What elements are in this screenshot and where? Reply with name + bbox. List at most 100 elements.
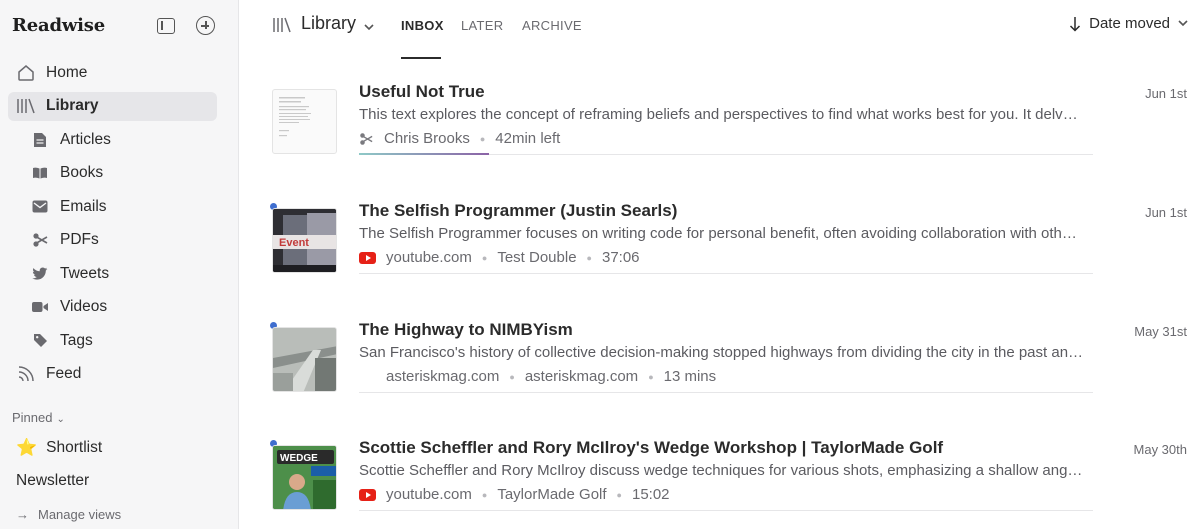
- document-row[interactable]: Useful Not True Jun 1st This text explor…: [272, 82, 1187, 186]
- document-summary: The Selfish Programmer focuses on writin…: [359, 225, 1085, 242]
- separator-dot: ●: [586, 252, 592, 263]
- document-thumbnail: [272, 327, 337, 392]
- add-icon[interactable]: [196, 16, 215, 35]
- pinned-item-label: Shortlist: [46, 439, 103, 456]
- row-divider: [359, 273, 1093, 274]
- document-date: Jun 1st: [1145, 86, 1187, 101]
- sidebar-nav: Home Library Articles Books Emails PDFs …: [8, 58, 217, 393]
- document-title[interactable]: Useful Not True: [359, 82, 485, 102]
- sidebar-item-pdfs[interactable]: PDFs: [8, 226, 217, 255]
- chevron-down-icon: ⌄: [56, 414, 65, 425]
- sidebar-item-emails[interactable]: Emails: [8, 192, 217, 221]
- document-date: May 31st: [1134, 324, 1187, 339]
- document-row[interactable]: The Highway to NIMBYism May 31st San Fra…: [270, 320, 1187, 424]
- sidebar-item-home[interactable]: Home: [8, 58, 217, 87]
- document-summary: This text explores the concept of refram…: [359, 106, 1085, 123]
- sidebar-item-feed[interactable]: Feed: [8, 360, 217, 389]
- document-source: asteriskmag.com: [386, 368, 500, 385]
- document-row[interactable]: WEDGE Scottie Scheffler and Rory McIlroy…: [270, 438, 1187, 529]
- arrow-down-icon: [1070, 16, 1081, 32]
- sort-label: Date moved: [1089, 15, 1170, 32]
- sidebar-item-library[interactable]: Library: [8, 91, 217, 121]
- sidebar-item-label: Books: [60, 164, 104, 181]
- chevron-down-icon: [1178, 20, 1188, 27]
- svg-text:Event: Event: [279, 237, 309, 249]
- document-source: youtube.com: [386, 486, 472, 503]
- document-meta: youtube.com ● Test Double ● 37:06: [359, 249, 640, 266]
- article-icon: [32, 132, 48, 148]
- chevron-down-icon[interactable]: [364, 18, 374, 36]
- sidebar-item-label: Tweets: [60, 264, 110, 282]
- library-icon: [272, 15, 292, 40]
- star-icon: ⭐: [16, 438, 38, 457]
- pinned-item-newsletter[interactable]: Newsletter: [16, 472, 89, 490]
- sort-selector[interactable]: Date moved: [1069, 15, 1188, 32]
- home-icon: [16, 63, 36, 83]
- document-author: Test Double: [497, 249, 577, 266]
- document-thumbnail: Event: [272, 208, 337, 273]
- sidebar-item-label: Library: [46, 97, 99, 114]
- document-meta: youtube.com ● TaylorMade Golf ● 15:02: [359, 486, 670, 503]
- tab-inbox[interactable]: INBOX: [401, 18, 444, 33]
- sidebar-item-label: Feed: [46, 365, 82, 382]
- separator-dot: ●: [479, 133, 486, 144]
- document-author: asteriskmag.com: [524, 368, 639, 385]
- document-read-time: 13 mins: [663, 368, 717, 385]
- document-date: May 30th: [1133, 442, 1187, 457]
- svg-text:WEDGE: WEDGE: [280, 453, 318, 464]
- pinned-item-label: Newsletter: [16, 472, 90, 489]
- reading-progress-bar: [359, 153, 489, 155]
- sidebar-item-label: Tags: [60, 331, 93, 349]
- feed-icon: [16, 364, 36, 384]
- arrow-right-icon: →: [16, 507, 29, 522]
- document-duration: 15:02: [631, 486, 670, 503]
- separator-dot: ●: [481, 489, 488, 500]
- document-meta: Chris Brooks ● 42min left: [359, 130, 560, 147]
- pinned-section-toggle[interactable]: Pinned ⌄: [12, 410, 65, 425]
- manage-views-link[interactable]: → Manage views: [16, 507, 121, 522]
- sidebar-item-tags[interactable]: Tags: [8, 326, 217, 355]
- sidebar-item-label: Home: [46, 63, 88, 81]
- library-view-selector[interactable]: Library: [301, 13, 356, 34]
- document-duration: 37:06: [601, 249, 640, 266]
- separator-dot: ●: [616, 489, 622, 500]
- pinned-item-shortlist[interactable]: ⭐ Shortlist: [16, 438, 102, 458]
- tag-icon: [32, 333, 48, 349]
- document-thumbnail: WEDGE: [272, 445, 337, 510]
- sidebar-item-label: Videos: [60, 298, 108, 315]
- document-row[interactable]: Event The Selfish Programmer (Justin Sea…: [270, 201, 1187, 305]
- video-icon: [32, 299, 48, 315]
- manage-views-label: Manage views: [38, 507, 122, 522]
- document-date: Jun 1st: [1145, 205, 1187, 220]
- pdf-icon: [32, 232, 48, 248]
- document-title[interactable]: The Highway to NIMBYism: [359, 320, 573, 340]
- sidebar-item-videos[interactable]: Videos: [8, 293, 217, 322]
- document-summary: Scottie Scheffler and Rory McIlroy discu…: [359, 462, 1085, 479]
- library-icon: [16, 96, 36, 116]
- sidebar-item-label: PDFs: [60, 231, 99, 248]
- document-title[interactable]: The Selfish Programmer (Justin Searls): [359, 201, 677, 221]
- brand-logo[interactable]: Readwise: [12, 15, 105, 36]
- tab-later[interactable]: LATER: [461, 18, 503, 33]
- sidebar-item-articles[interactable]: Articles: [8, 125, 217, 154]
- email-icon: [32, 199, 48, 215]
- sidebar-item-tweets[interactable]: Tweets: [8, 259, 217, 288]
- separator-dot: ●: [509, 371, 515, 382]
- sidebar-item-books[interactable]: Books: [8, 159, 217, 188]
- book-icon: [32, 165, 48, 181]
- pinned-label: Pinned: [12, 410, 53, 425]
- document-thumbnail: [272, 89, 337, 154]
- document-time-left: 42min left: [495, 130, 561, 147]
- youtube-icon: [359, 251, 376, 264]
- document-author: TaylorMade Golf: [497, 486, 607, 503]
- document-source: youtube.com: [386, 249, 472, 266]
- tab-archive[interactable]: ARCHIVE: [522, 18, 582, 33]
- pdf-icon: [360, 132, 373, 145]
- document-author: Chris Brooks: [384, 130, 470, 147]
- separator-dot: ●: [648, 371, 654, 382]
- separator-dot: ●: [481, 252, 488, 263]
- top-bar: Library INBOX LATER ARCHIVE Date moved: [239, 0, 1200, 59]
- tweet-icon: [32, 266, 48, 282]
- sidebar-toggle-icon[interactable]: [157, 18, 175, 34]
- document-title[interactable]: Scottie Scheffler and Rory McIlroy's Wed…: [359, 438, 943, 458]
